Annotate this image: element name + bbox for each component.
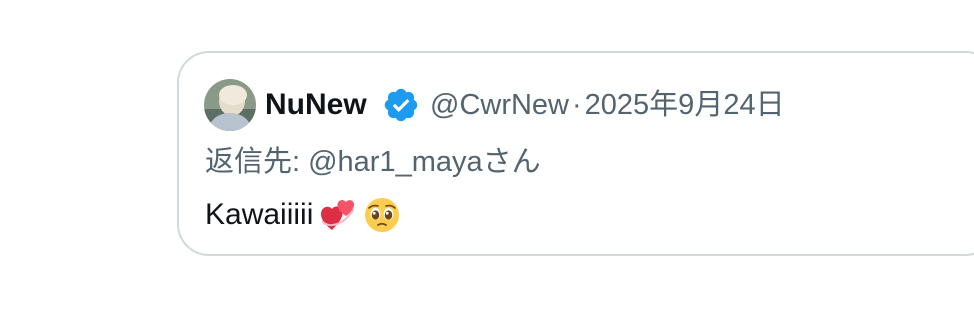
tweet-text: Kawaiiiii — [205, 198, 314, 231]
meta-separator: · — [572, 89, 582, 121]
verified-badge-icon — [382, 86, 420, 124]
quoted-tweet-card[interactable]: NuNew @CwrNew · 2025年9月24日 返信先: @har1_maya… — [177, 51, 974, 256]
tweet-date[interactable]: 2025年9月24日 — [585, 89, 785, 121]
reply-to-label[interactable]: 返信先: @har1_mayaさん — [205, 144, 541, 180]
display-name[interactable]: NuNew — [265, 87, 367, 123]
pleading-face-emoji — [363, 196, 401, 234]
tweet-meta: @CwrNew · 2025年9月24日 — [430, 87, 785, 123]
tweet-body: Kawaiiiii — [205, 195, 401, 235]
avatar[interactable] — [204, 79, 256, 131]
handle[interactable]: @CwrNew — [430, 89, 569, 121]
two-hearts-emoji — [319, 196, 357, 234]
